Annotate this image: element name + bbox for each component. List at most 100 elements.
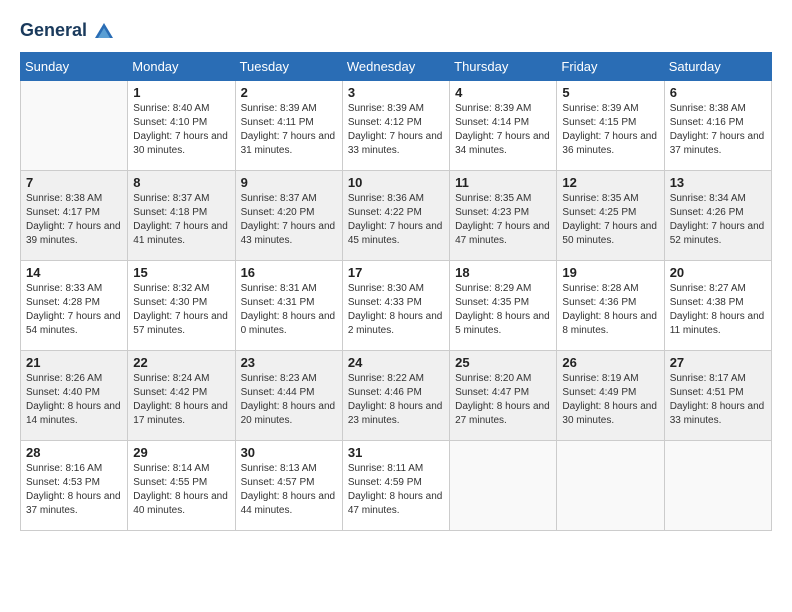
day-info: Sunrise: 8:29 AM Sunset: 4:35 PM Dayligh… — [455, 282, 551, 338]
calendar-table: SundayMondayTuesdayWednesdayThursdayFrid… — [20, 52, 772, 531]
day-number: 17 — [348, 265, 444, 280]
calendar-week-5: 28 Sunrise: 8:16 AM Sunset: 4:53 PM Dayl… — [21, 441, 772, 531]
day-number: 28 — [26, 445, 122, 460]
calendar-cell: 30 Sunrise: 8:13 AM Sunset: 4:57 PM Dayl… — [235, 441, 342, 531]
day-number: 9 — [241, 175, 337, 190]
day-info: Sunrise: 8:40 AM Sunset: 4:10 PM Dayligh… — [133, 102, 229, 158]
day-info: Sunrise: 8:28 AM Sunset: 4:36 PM Dayligh… — [562, 282, 658, 338]
daylight: Daylight: 7 hours and 30 minutes. — [133, 131, 228, 156]
sunset: Sunset: 4:16 PM — [670, 117, 744, 128]
daylight: Daylight: 7 hours and 37 minutes. — [670, 131, 765, 156]
daylight: Daylight: 7 hours and 41 minutes. — [133, 221, 228, 246]
calendar-cell: 8 Sunrise: 8:37 AM Sunset: 4:18 PM Dayli… — [128, 171, 235, 261]
sunrise: Sunrise: 8:28 AM — [562, 283, 638, 294]
calendar-cell: 19 Sunrise: 8:28 AM Sunset: 4:36 PM Dayl… — [557, 261, 664, 351]
day-info: Sunrise: 8:19 AM Sunset: 4:49 PM Dayligh… — [562, 372, 658, 428]
calendar-cell: 11 Sunrise: 8:35 AM Sunset: 4:23 PM Dayl… — [450, 171, 557, 261]
daylight: Daylight: 8 hours and 47 minutes. — [348, 491, 443, 516]
sunrise: Sunrise: 8:39 AM — [241, 103, 317, 114]
daylight: Daylight: 7 hours and 52 minutes. — [670, 221, 765, 246]
sunset: Sunset: 4:46 PM — [348, 387, 422, 398]
day-number: 23 — [241, 355, 337, 370]
day-number: 4 — [455, 85, 551, 100]
day-info: Sunrise: 8:11 AM Sunset: 4:59 PM Dayligh… — [348, 462, 444, 518]
sunrise: Sunrise: 8:22 AM — [348, 373, 424, 384]
sunset: Sunset: 4:30 PM — [133, 297, 207, 308]
calendar-week-4: 21 Sunrise: 8:26 AM Sunset: 4:40 PM Dayl… — [21, 351, 772, 441]
sunset: Sunset: 4:53 PM — [26, 477, 100, 488]
calendar-cell — [21, 81, 128, 171]
calendar-cell: 4 Sunrise: 8:39 AM Sunset: 4:14 PM Dayli… — [450, 81, 557, 171]
weekday-header-tuesday: Tuesday — [235, 53, 342, 81]
daylight: Daylight: 7 hours and 43 minutes. — [241, 221, 336, 246]
day-number: 25 — [455, 355, 551, 370]
sunset: Sunset: 4:14 PM — [455, 117, 529, 128]
logo-text: General — [20, 20, 115, 42]
calendar-cell — [557, 441, 664, 531]
sunset: Sunset: 4:25 PM — [562, 207, 636, 218]
day-info: Sunrise: 8:32 AM Sunset: 4:30 PM Dayligh… — [133, 282, 229, 338]
daylight: Daylight: 7 hours and 54 minutes. — [26, 311, 121, 336]
daylight: Daylight: 8 hours and 0 minutes. — [241, 311, 336, 336]
day-number: 27 — [670, 355, 766, 370]
day-info: Sunrise: 8:30 AM Sunset: 4:33 PM Dayligh… — [348, 282, 444, 338]
day-info: Sunrise: 8:14 AM Sunset: 4:55 PM Dayligh… — [133, 462, 229, 518]
daylight: Daylight: 8 hours and 30 minutes. — [562, 401, 657, 426]
day-number: 11 — [455, 175, 551, 190]
calendar-header-row: SundayMondayTuesdayWednesdayThursdayFrid… — [21, 53, 772, 81]
sunrise: Sunrise: 8:31 AM — [241, 283, 317, 294]
day-info: Sunrise: 8:20 AM Sunset: 4:47 PM Dayligh… — [455, 372, 551, 428]
calendar-cell: 1 Sunrise: 8:40 AM Sunset: 4:10 PM Dayli… — [128, 81, 235, 171]
sunrise: Sunrise: 8:27 AM — [670, 283, 746, 294]
sunrise: Sunrise: 8:37 AM — [133, 193, 209, 204]
day-number: 3 — [348, 85, 444, 100]
day-info: Sunrise: 8:38 AM Sunset: 4:17 PM Dayligh… — [26, 192, 122, 248]
day-info: Sunrise: 8:39 AM Sunset: 4:15 PM Dayligh… — [562, 102, 658, 158]
sunrise: Sunrise: 8:33 AM — [26, 283, 102, 294]
weekday-header-wednesday: Wednesday — [342, 53, 449, 81]
sunrise: Sunrise: 8:19 AM — [562, 373, 638, 384]
day-number: 20 — [670, 265, 766, 280]
daylight: Daylight: 8 hours and 37 minutes. — [26, 491, 121, 516]
day-info: Sunrise: 8:37 AM Sunset: 4:18 PM Dayligh… — [133, 192, 229, 248]
day-number: 8 — [133, 175, 229, 190]
day-info: Sunrise: 8:24 AM Sunset: 4:42 PM Dayligh… — [133, 372, 229, 428]
daylight: Daylight: 8 hours and 23 minutes. — [348, 401, 443, 426]
sunrise: Sunrise: 8:38 AM — [26, 193, 102, 204]
sunrise: Sunrise: 8:36 AM — [348, 193, 424, 204]
calendar-cell: 28 Sunrise: 8:16 AM Sunset: 4:53 PM Dayl… — [21, 441, 128, 531]
day-number: 22 — [133, 355, 229, 370]
calendar-cell: 6 Sunrise: 8:38 AM Sunset: 4:16 PM Dayli… — [664, 81, 771, 171]
calendar-week-3: 14 Sunrise: 8:33 AM Sunset: 4:28 PM Dayl… — [21, 261, 772, 351]
day-info: Sunrise: 8:36 AM Sunset: 4:22 PM Dayligh… — [348, 192, 444, 248]
sunrise: Sunrise: 8:39 AM — [562, 103, 638, 114]
day-info: Sunrise: 8:23 AM Sunset: 4:44 PM Dayligh… — [241, 372, 337, 428]
day-info: Sunrise: 8:34 AM Sunset: 4:26 PM Dayligh… — [670, 192, 766, 248]
daylight: Daylight: 8 hours and 8 minutes. — [562, 311, 657, 336]
calendar-week-1: 1 Sunrise: 8:40 AM Sunset: 4:10 PM Dayli… — [21, 81, 772, 171]
page-header: General — [20, 20, 772, 42]
sunrise: Sunrise: 8:32 AM — [133, 283, 209, 294]
calendar-cell — [664, 441, 771, 531]
day-number: 5 — [562, 85, 658, 100]
day-number: 12 — [562, 175, 658, 190]
sunset: Sunset: 4:47 PM — [455, 387, 529, 398]
daylight: Daylight: 7 hours and 39 minutes. — [26, 221, 121, 246]
sunset: Sunset: 4:33 PM — [348, 297, 422, 308]
day-number: 14 — [26, 265, 122, 280]
day-info: Sunrise: 8:17 AM Sunset: 4:51 PM Dayligh… — [670, 372, 766, 428]
day-info: Sunrise: 8:31 AM Sunset: 4:31 PM Dayligh… — [241, 282, 337, 338]
daylight: Daylight: 7 hours and 36 minutes. — [562, 131, 657, 156]
day-info: Sunrise: 8:38 AM Sunset: 4:16 PM Dayligh… — [670, 102, 766, 158]
calendar-cell — [450, 441, 557, 531]
sunset: Sunset: 4:31 PM — [241, 297, 315, 308]
calendar-cell: 3 Sunrise: 8:39 AM Sunset: 4:12 PM Dayli… — [342, 81, 449, 171]
daylight: Daylight: 7 hours and 34 minutes. — [455, 131, 550, 156]
daylight: Daylight: 8 hours and 27 minutes. — [455, 401, 550, 426]
day-number: 6 — [670, 85, 766, 100]
calendar-cell: 9 Sunrise: 8:37 AM Sunset: 4:20 PM Dayli… — [235, 171, 342, 261]
day-number: 7 — [26, 175, 122, 190]
calendar-cell: 17 Sunrise: 8:30 AM Sunset: 4:33 PM Dayl… — [342, 261, 449, 351]
calendar-week-2: 7 Sunrise: 8:38 AM Sunset: 4:17 PM Dayli… — [21, 171, 772, 261]
day-number: 18 — [455, 265, 551, 280]
